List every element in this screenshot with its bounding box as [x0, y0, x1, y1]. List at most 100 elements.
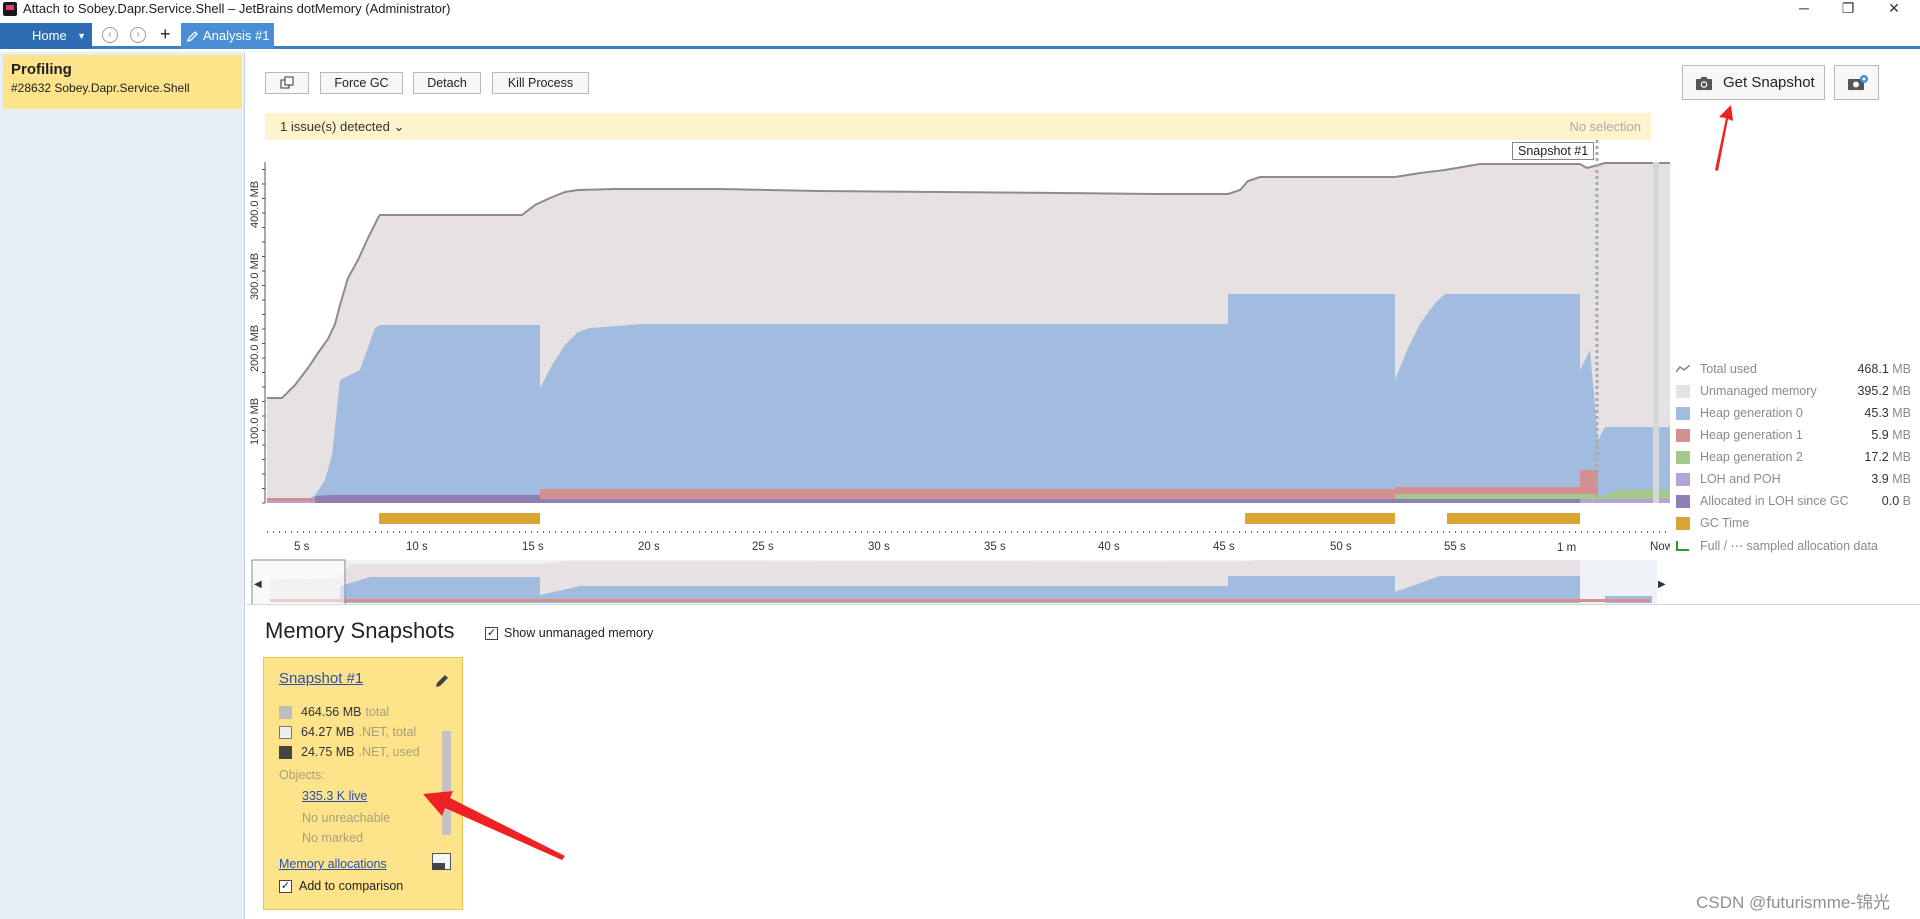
legend-label: Allocated in LOH since GC	[1700, 494, 1849, 508]
gen2-swatch-icon	[1676, 450, 1690, 464]
legend-item-gen1: Heap generation 1 5.9 MB	[1676, 424, 1911, 446]
snapshot-net-total-row: 64.27 MB .NET, total	[279, 725, 416, 739]
net-total-label: .NET, total	[358, 725, 417, 739]
x-tick-label: 30 s	[868, 541, 890, 553]
x-tick-label: 5 s	[294, 541, 310, 553]
home-button[interactable]: Home ▼	[0, 23, 92, 49]
legend-item-unmanaged: Unmanaged memory 395.2 MB	[1676, 380, 1911, 402]
x-tick-label: 55 s	[1444, 541, 1466, 553]
loh-allocated-swatch-icon	[1676, 494, 1690, 508]
x-tick-label: Now	[1650, 541, 1670, 553]
home-dropdown-icon[interactable]: ▼	[77, 23, 86, 49]
net-total-value: 64.27 MB	[301, 725, 355, 739]
objects-label: Objects:	[279, 768, 325, 782]
popout-button[interactable]	[265, 72, 309, 94]
y-tick-label: 200.0 MB	[249, 325, 261, 372]
net-used-value: 24.75 MB	[301, 745, 355, 759]
no-unreachable-label: No unreachable	[302, 811, 391, 825]
snapshot-marker-label[interactable]: Snapshot #1	[1512, 142, 1595, 160]
snapshot-memory-bar-used	[432, 863, 445, 870]
total-value: 464.56 MB	[301, 705, 362, 719]
forward-icon[interactable]: ›	[130, 27, 146, 43]
legend-label: Heap generation 1	[1700, 428, 1803, 442]
annotation-arrow-left	[423, 791, 565, 860]
gc-time-bar	[379, 513, 540, 524]
legend-label: Total used	[1700, 362, 1757, 376]
unmanaged-swatch-icon	[1676, 384, 1690, 398]
profiling-process: #28632 Sobey.Dapr.Service.Shell	[11, 81, 190, 95]
gen1-swatch-icon	[1676, 428, 1690, 442]
new-tab-icon[interactable]: +	[160, 24, 171, 45]
scroll-right-icon[interactable]: ▶	[1658, 579, 1666, 590]
loh-allocated-area	[540, 499, 1580, 503]
tab-analysis[interactable]: Analysis #1	[181, 23, 274, 49]
sidebar: Profiling #28632 Sobey.Dapr.Service.Shel…	[0, 52, 245, 919]
get-snapshot-button[interactable]: Get Snapshot	[1682, 65, 1825, 100]
edit-pencil-icon[interactable]	[434, 673, 450, 689]
allocation-data-swatch-icon	[1676, 540, 1689, 551]
show-unmanaged-checkbox[interactable]: ✓	[485, 627, 498, 640]
x-tick-label: 15 s	[522, 541, 544, 553]
snapshot-net-used-row: 24.75 MB .NET, used	[279, 745, 420, 759]
overview-viewport-handle[interactable]	[251, 559, 346, 606]
add-to-comparison-checkbox[interactable]: ✓	[279, 880, 292, 893]
scroll-left-icon[interactable]: ◀	[254, 579, 262, 590]
net-used-label: .NET, used	[358, 745, 420, 759]
legend-label: Heap generation 0	[1700, 406, 1803, 420]
y-tick-label: 100.0 MB	[249, 398, 261, 445]
chart-legend: Total used 468.1 MB Unmanaged memory 395…	[1676, 358, 1911, 556]
get-snapshot-label: Get Snapshot	[1723, 74, 1815, 91]
gen0-swatch-icon	[1676, 406, 1690, 420]
legend-item-allocation-data: Full / ⋯ sampled allocation data	[1676, 534, 1911, 556]
legend-item-gen0: Heap generation 0 45.3 MB	[1676, 402, 1911, 424]
x-tick-label: 45 s	[1213, 541, 1235, 553]
y-axis-labels: 100.0 MB 200.0 MB 300.0 MB 400.0 MB	[249, 181, 261, 445]
dotmemory-app-icon	[3, 1, 17, 16]
y-tick-label: 300.0 MB	[249, 253, 261, 300]
restore-icon[interactable]: ❐	[1838, 0, 1858, 16]
memory-snapshots-title: Memory Snapshots	[265, 618, 455, 643]
home-label: Home	[32, 28, 67, 43]
no-marked-label: No marked	[302, 831, 364, 845]
y-tick-label: 400.0 MB	[249, 181, 261, 228]
minimize-icon[interactable]: ─	[1794, 0, 1814, 16]
show-unmanaged-label: Show unmanaged memory	[504, 626, 654, 640]
profiling-session-card[interactable]: Profiling #28632 Sobey.Dapr.Service.Shel…	[3, 55, 242, 109]
detach-button[interactable]: Detach	[413, 72, 481, 94]
x-axis-labels: 5 s 10 s 15 s 20 s 25 s 30 s 35 s 40 s 4…	[294, 541, 1670, 554]
legend-item-gen2: Heap generation 2 17.2 MB	[1676, 446, 1911, 468]
memory-allocations-link[interactable]: Memory allocations	[279, 857, 387, 871]
x-tick-label: 25 s	[752, 541, 774, 553]
back-icon[interactable]: ‹	[102, 27, 118, 43]
gc-time-bar	[1447, 513, 1580, 524]
legend-label: Unmanaged memory	[1700, 384, 1817, 398]
profiling-title: Profiling	[11, 61, 72, 78]
close-icon[interactable]: ✕	[1884, 0, 1904, 16]
legend-item-total-used: Total used 468.1 MB	[1676, 358, 1911, 380]
popout-icon	[280, 76, 294, 89]
kill-process-button[interactable]: Kill Process	[492, 72, 589, 94]
loh-swatch-icon	[1676, 472, 1690, 486]
add-to-comparison-label: Add to comparison	[299, 879, 404, 893]
heap-gen0-area	[540, 294, 1395, 503]
pencil-icon	[187, 31, 198, 42]
annotation-arrow-up	[1715, 105, 1733, 171]
camera-icon	[1696, 77, 1712, 90]
legend-label: Heap generation 2	[1700, 450, 1803, 464]
legend-value: 17.2 MB	[1864, 450, 1911, 464]
net-used-swatch-icon	[279, 745, 292, 759]
total-swatch-icon	[279, 705, 292, 719]
snapshot-settings-button[interactable]	[1834, 65, 1879, 100]
gc-time-bar	[1245, 513, 1395, 524]
now-cursor	[1653, 162, 1659, 503]
x-tick-label: 10 s	[406, 541, 428, 553]
selection-status: No selection	[1569, 119, 1641, 134]
live-objects-link[interactable]: 335.3 K live	[302, 789, 367, 803]
memory-timeline-chart[interactable]: 100.0 MB 200.0 MB 300.0 MB 400.0 MB 5 s …	[240, 140, 1670, 610]
force-gc-button[interactable]: Force GC	[320, 72, 403, 94]
snapshot-title-link[interactable]: Snapshot #1	[279, 670, 363, 687]
chevron-down-icon: ⌄	[393, 119, 405, 134]
legend-value: 468.1 MB	[1857, 362, 1911, 376]
legend-value: 395.2 MB	[1857, 384, 1911, 398]
issues-detected-dropdown[interactable]: 1 issue(s) detected ⌄	[280, 113, 404, 140]
